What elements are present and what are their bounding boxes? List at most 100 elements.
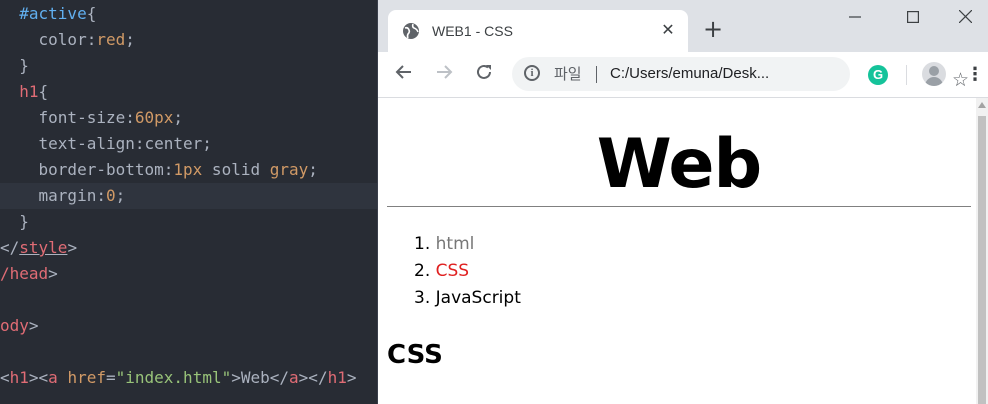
- code-token: ;: [115, 186, 126, 205]
- code-line[interactable]: text-align:center;: [0, 131, 377, 157]
- code-token: Web: [240, 368, 270, 387]
- code-token: =: [105, 368, 116, 387]
- scroll-thumb[interactable]: [978, 116, 986, 404]
- code-line[interactable]: color:red;: [0, 27, 377, 53]
- code-token: ;: [125, 30, 135, 49]
- reload-icon: [477, 64, 491, 79]
- code-token: style: [19, 238, 68, 257]
- code-line[interactable]: [0, 339, 377, 365]
- scheme-label: 파일: [554, 65, 582, 83]
- code-line[interactable]: h1{: [0, 79, 377, 105]
- window-close-button[interactable]: [942, 4, 988, 32]
- code-line[interactable]: ody>: [0, 313, 377, 339]
- code-token: gray: [269, 160, 309, 179]
- code-line[interactable]: <h1><a href="index.html">Web</a></h1>: [0, 365, 377, 391]
- code-token: ></: [298, 368, 328, 387]
- list-number: 1.: [414, 234, 431, 254]
- list-link-css[interactable]: CSS: [436, 261, 469, 281]
- toolbar-separator: [906, 65, 907, 85]
- code-token: /head: [0, 264, 49, 283]
- page-subheading: CSS: [387, 340, 443, 370]
- vertical-scrollbar[interactable]: [976, 98, 988, 404]
- code-line[interactable]: margin:0;: [0, 183, 377, 209]
- code-token: margin:: [38, 186, 106, 205]
- list-number: 3.: [414, 288, 431, 308]
- url-text[interactable]: C:/Users/emuna/Desk...: [610, 64, 769, 84]
- code-token: red: [96, 30, 126, 49]
- code-token: >: [346, 368, 357, 387]
- topic-list: 1. html 2. CSS 3. JavaScript: [414, 231, 521, 312]
- code-token: h1: [327, 368, 347, 387]
- maximize-button[interactable]: [890, 4, 936, 32]
- code-line[interactable]: </style>: [0, 235, 377, 261]
- tab-title: WEB1 - CSS: [432, 23, 513, 39]
- list-item[interactable]: 1. html: [414, 231, 521, 258]
- code-token: font-size:: [38, 108, 135, 127]
- scroll-up-arrow-icon[interactable]: [978, 102, 986, 108]
- browser-toolbar: i 파일 C:/Users/emuna/Desk... ☆ G ⋮: [378, 52, 988, 98]
- grammarly-icon[interactable]: G: [868, 65, 888, 85]
- kebab-menu-icon[interactable]: ⋮: [966, 64, 984, 86]
- code-line[interactable]: border-bottom:1px solid gray;: [0, 157, 377, 183]
- list-item[interactable]: 2. CSS: [414, 258, 521, 285]
- code-line[interactable]: font-size:60px;: [0, 105, 377, 131]
- list-link-html[interactable]: html: [436, 234, 475, 254]
- minimize-icon: [849, 16, 861, 18]
- code-token: ;: [308, 160, 318, 179]
- arrow-right-icon: [437, 65, 453, 79]
- close-icon: [958, 9, 972, 24]
- code-token: h1: [19, 82, 39, 101]
- code-token: ody: [0, 316, 29, 335]
- code-token: {: [38, 82, 49, 101]
- tab-web1-css[interactable]: WEB1 - CSS ✕: [388, 10, 688, 52]
- code-token: 60px: [134, 108, 174, 127]
- code-token: 1px: [173, 160, 203, 179]
- code-line[interactable]: /head>: [0, 261, 377, 287]
- code-token: #active: [19, 4, 87, 23]
- back-button[interactable]: [390, 60, 418, 88]
- tab-close-icon[interactable]: ✕: [658, 20, 678, 40]
- info-icon[interactable]: i: [524, 65, 540, 81]
- code-token: }: [19, 56, 29, 75]
- maximize-icon: [907, 11, 920, 24]
- profile-avatar[interactable]: [922, 62, 946, 86]
- code-token: border-bottom:: [38, 160, 174, 179]
- browser-window: WEB1 - CSS ✕ + i 파일 C:/Users/emuna/Desk.…: [378, 0, 988, 404]
- arrow-left-icon: [395, 65, 411, 79]
- code-line[interactable]: }: [0, 53, 377, 79]
- address-separator: [596, 66, 597, 83]
- code-token: >: [28, 316, 39, 335]
- code-token: <: [0, 368, 10, 387]
- title-bar: WEB1 - CSS ✕ +: [378, 0, 988, 52]
- code-token: >: [231, 368, 241, 387]
- list-link-javascript[interactable]: JavaScript: [436, 288, 521, 308]
- reload-button[interactable]: [470, 60, 498, 88]
- code-token: </: [269, 368, 290, 387]
- code-token: a: [289, 368, 299, 387]
- globe-icon: [403, 23, 419, 39]
- code-line[interactable]: #active{: [0, 1, 377, 27]
- code-token: a: [48, 368, 58, 387]
- code-token: href: [67, 368, 106, 387]
- code-token: >: [48, 264, 58, 283]
- list-item[interactable]: 3. JavaScript: [414, 285, 521, 312]
- heading-link[interactable]: Web: [597, 125, 762, 204]
- new-tab-button[interactable]: +: [700, 16, 726, 42]
- code-line[interactable]: [0, 287, 377, 313]
- code-line[interactable]: }: [0, 209, 377, 235]
- code-token: "index.html": [115, 368, 232, 387]
- page-heading[interactable]: Web: [387, 128, 971, 207]
- forward-button[interactable]: [430, 60, 458, 88]
- code-token: text-align:center;: [38, 134, 212, 153]
- address-bar[interactable]: i 파일 C:/Users/emuna/Desk... ☆: [512, 57, 969, 91]
- code-token: >: [67, 238, 78, 257]
- code-token: 0: [105, 186, 116, 205]
- minimize-button[interactable]: [832, 4, 878, 32]
- page-content: Web 1. html 2. CSS 3. JavaScript CSS: [378, 98, 976, 404]
- code-token: {: [86, 4, 97, 23]
- code-token: color:: [38, 30, 97, 49]
- list-number: 2.: [414, 261, 431, 281]
- code-token: ;: [173, 108, 184, 127]
- code-editor[interactable]: #active{ color:red; } h1{ font-size:60px…: [0, 0, 377, 404]
